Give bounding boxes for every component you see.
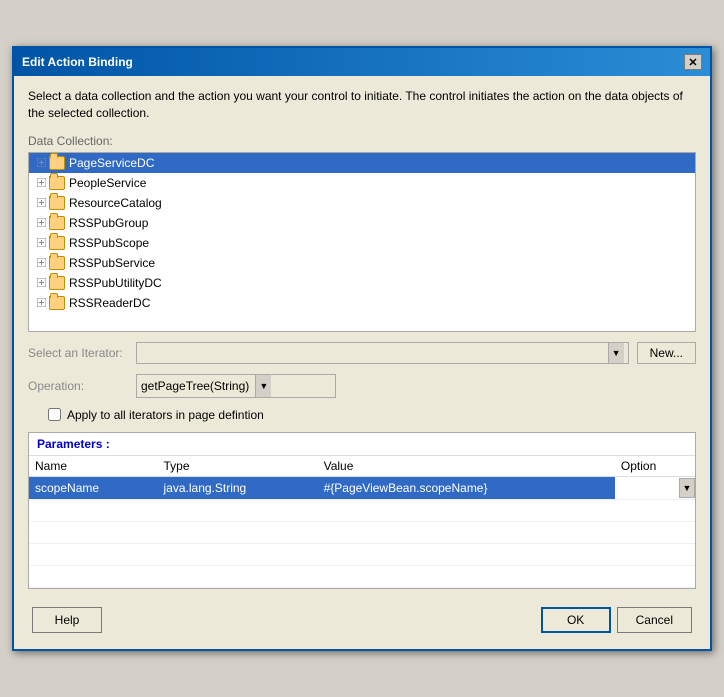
table-row[interactable]: scopeNamejava.lang.String#{PageViewBean.… [29, 476, 695, 499]
right-buttons: OK Cancel [541, 607, 692, 633]
col-option: Option [615, 456, 695, 477]
tree-item-rssreaderdc[interactable]: RSSReaderDC [29, 293, 695, 313]
iterator-combo[interactable]: ▼ [136, 342, 629, 364]
dialog-body: Select a data collection and the action … [14, 76, 710, 649]
tree-item-resourcecatalog[interactable]: ResourceCatalog [29, 193, 695, 213]
expand-icon [33, 155, 49, 171]
apply-all-checkbox[interactable] [48, 408, 61, 421]
empty-cell [158, 499, 318, 521]
checkbox-label: Apply to all iterators in page defintion [67, 408, 264, 422]
table-row [29, 565, 695, 587]
folder-icon [49, 156, 65, 170]
empty-cell [615, 521, 695, 543]
tree-item-label: ResourceCatalog [69, 196, 162, 210]
tree-item-label: RSSPubScope [69, 236, 149, 250]
expand-icon [33, 295, 49, 311]
folder-icon [49, 176, 65, 190]
empty-cell [318, 543, 615, 565]
data-collection-tree[interactable]: PageServiceDC PeopleService ResourceCatalo… [28, 152, 696, 332]
operation-value: getPageTree(String) [141, 379, 249, 393]
folder-icon [49, 276, 65, 290]
folder-icon [49, 256, 65, 270]
table-row [29, 543, 695, 565]
close-button[interactable]: ✕ [684, 54, 702, 70]
tree-item-rsspubutilitydc[interactable]: RSSPubUtilityDC [29, 273, 695, 293]
empty-cell [29, 543, 158, 565]
tree-item-label: RSSPubGroup [69, 216, 148, 230]
expand-icon [33, 235, 49, 251]
cancel-button[interactable]: Cancel [617, 607, 692, 633]
operation-arrow[interactable]: ▼ [255, 375, 271, 397]
operation-label: Operation: [28, 379, 128, 393]
tree-item-label: PageServiceDC [69, 156, 154, 170]
empty-cell [615, 565, 695, 587]
tree-item-label: RSSPubUtilityDC [69, 276, 162, 290]
col-name: Name [29, 456, 158, 477]
tree-item-rsspubservice[interactable]: RSSPubService [29, 253, 695, 273]
table-row [29, 499, 695, 521]
param-header-row: NameTypeValueOption [29, 456, 695, 477]
empty-cell [615, 543, 695, 565]
empty-cell [158, 543, 318, 565]
tree-item-pageservicedc[interactable]: PageServiceDC [29, 153, 695, 173]
help-button[interactable]: Help [32, 607, 102, 633]
folder-icon [49, 296, 65, 310]
expand-icon [33, 175, 49, 191]
iterator-arrow[interactable]: ▼ [608, 343, 624, 363]
new-button[interactable]: New... [637, 342, 696, 364]
param-name: scopeName [29, 476, 158, 499]
tree-item-label: PeopleService [69, 176, 146, 190]
tree-item-label: RSSPubService [69, 256, 155, 270]
col-type: Type [158, 456, 318, 477]
data-collection-label: Data Collection: [28, 134, 696, 148]
parameters-header: Parameters : [29, 433, 695, 456]
empty-cell [29, 565, 158, 587]
dialog-title: Edit Action Binding [22, 55, 133, 69]
empty-cell [29, 499, 158, 521]
param-type: java.lang.String [158, 476, 318, 499]
option-dropdown-arrow[interactable]: ▼ [679, 478, 695, 498]
operation-combo[interactable]: getPageTree(String) ▼ [136, 374, 336, 398]
description-text: Select a data collection and the action … [28, 88, 696, 122]
iterator-row: Select an Iterator: ▼ New... [28, 342, 696, 364]
tree-item-peopleservice[interactable]: PeopleService [29, 173, 695, 193]
tree-item-rsspubscope[interactable]: RSSPubScope [29, 233, 695, 253]
empty-cell [29, 521, 158, 543]
title-bar: Edit Action Binding ✕ [14, 48, 710, 76]
empty-cell [615, 499, 695, 521]
expand-icon [33, 275, 49, 291]
ok-button[interactable]: OK [541, 607, 611, 633]
table-row [29, 521, 695, 543]
expand-icon [33, 255, 49, 271]
folder-icon [49, 216, 65, 230]
iterator-label: Select an Iterator: [28, 346, 128, 360]
checkbox-row: Apply to all iterators in page defintion [48, 408, 696, 422]
empty-cell [158, 521, 318, 543]
expand-icon [33, 195, 49, 211]
parameters-section: Parameters : NameTypeValueOption scopeNa… [28, 432, 696, 589]
tree-item-label: RSSReaderDC [69, 296, 150, 310]
button-row: Help OK Cancel [28, 599, 696, 637]
empty-cell [318, 499, 615, 521]
param-option[interactable]: ▼ [615, 476, 695, 499]
empty-cell [318, 565, 615, 587]
parameters-table: NameTypeValueOption scopeNamejava.lang.S… [29, 456, 695, 588]
col-value: Value [318, 456, 615, 477]
param-value: #{PageViewBean.scopeName} [318, 476, 615, 499]
tree-item-rsspubgroup[interactable]: RSSPubGroup [29, 213, 695, 233]
empty-cell [318, 521, 615, 543]
folder-icon [49, 196, 65, 210]
expand-icon [33, 215, 49, 231]
operation-row: Operation: getPageTree(String) ▼ [28, 374, 696, 398]
empty-cell [158, 565, 318, 587]
folder-icon [49, 236, 65, 250]
edit-action-binding-dialog: Edit Action Binding ✕ Select a data coll… [12, 46, 712, 651]
